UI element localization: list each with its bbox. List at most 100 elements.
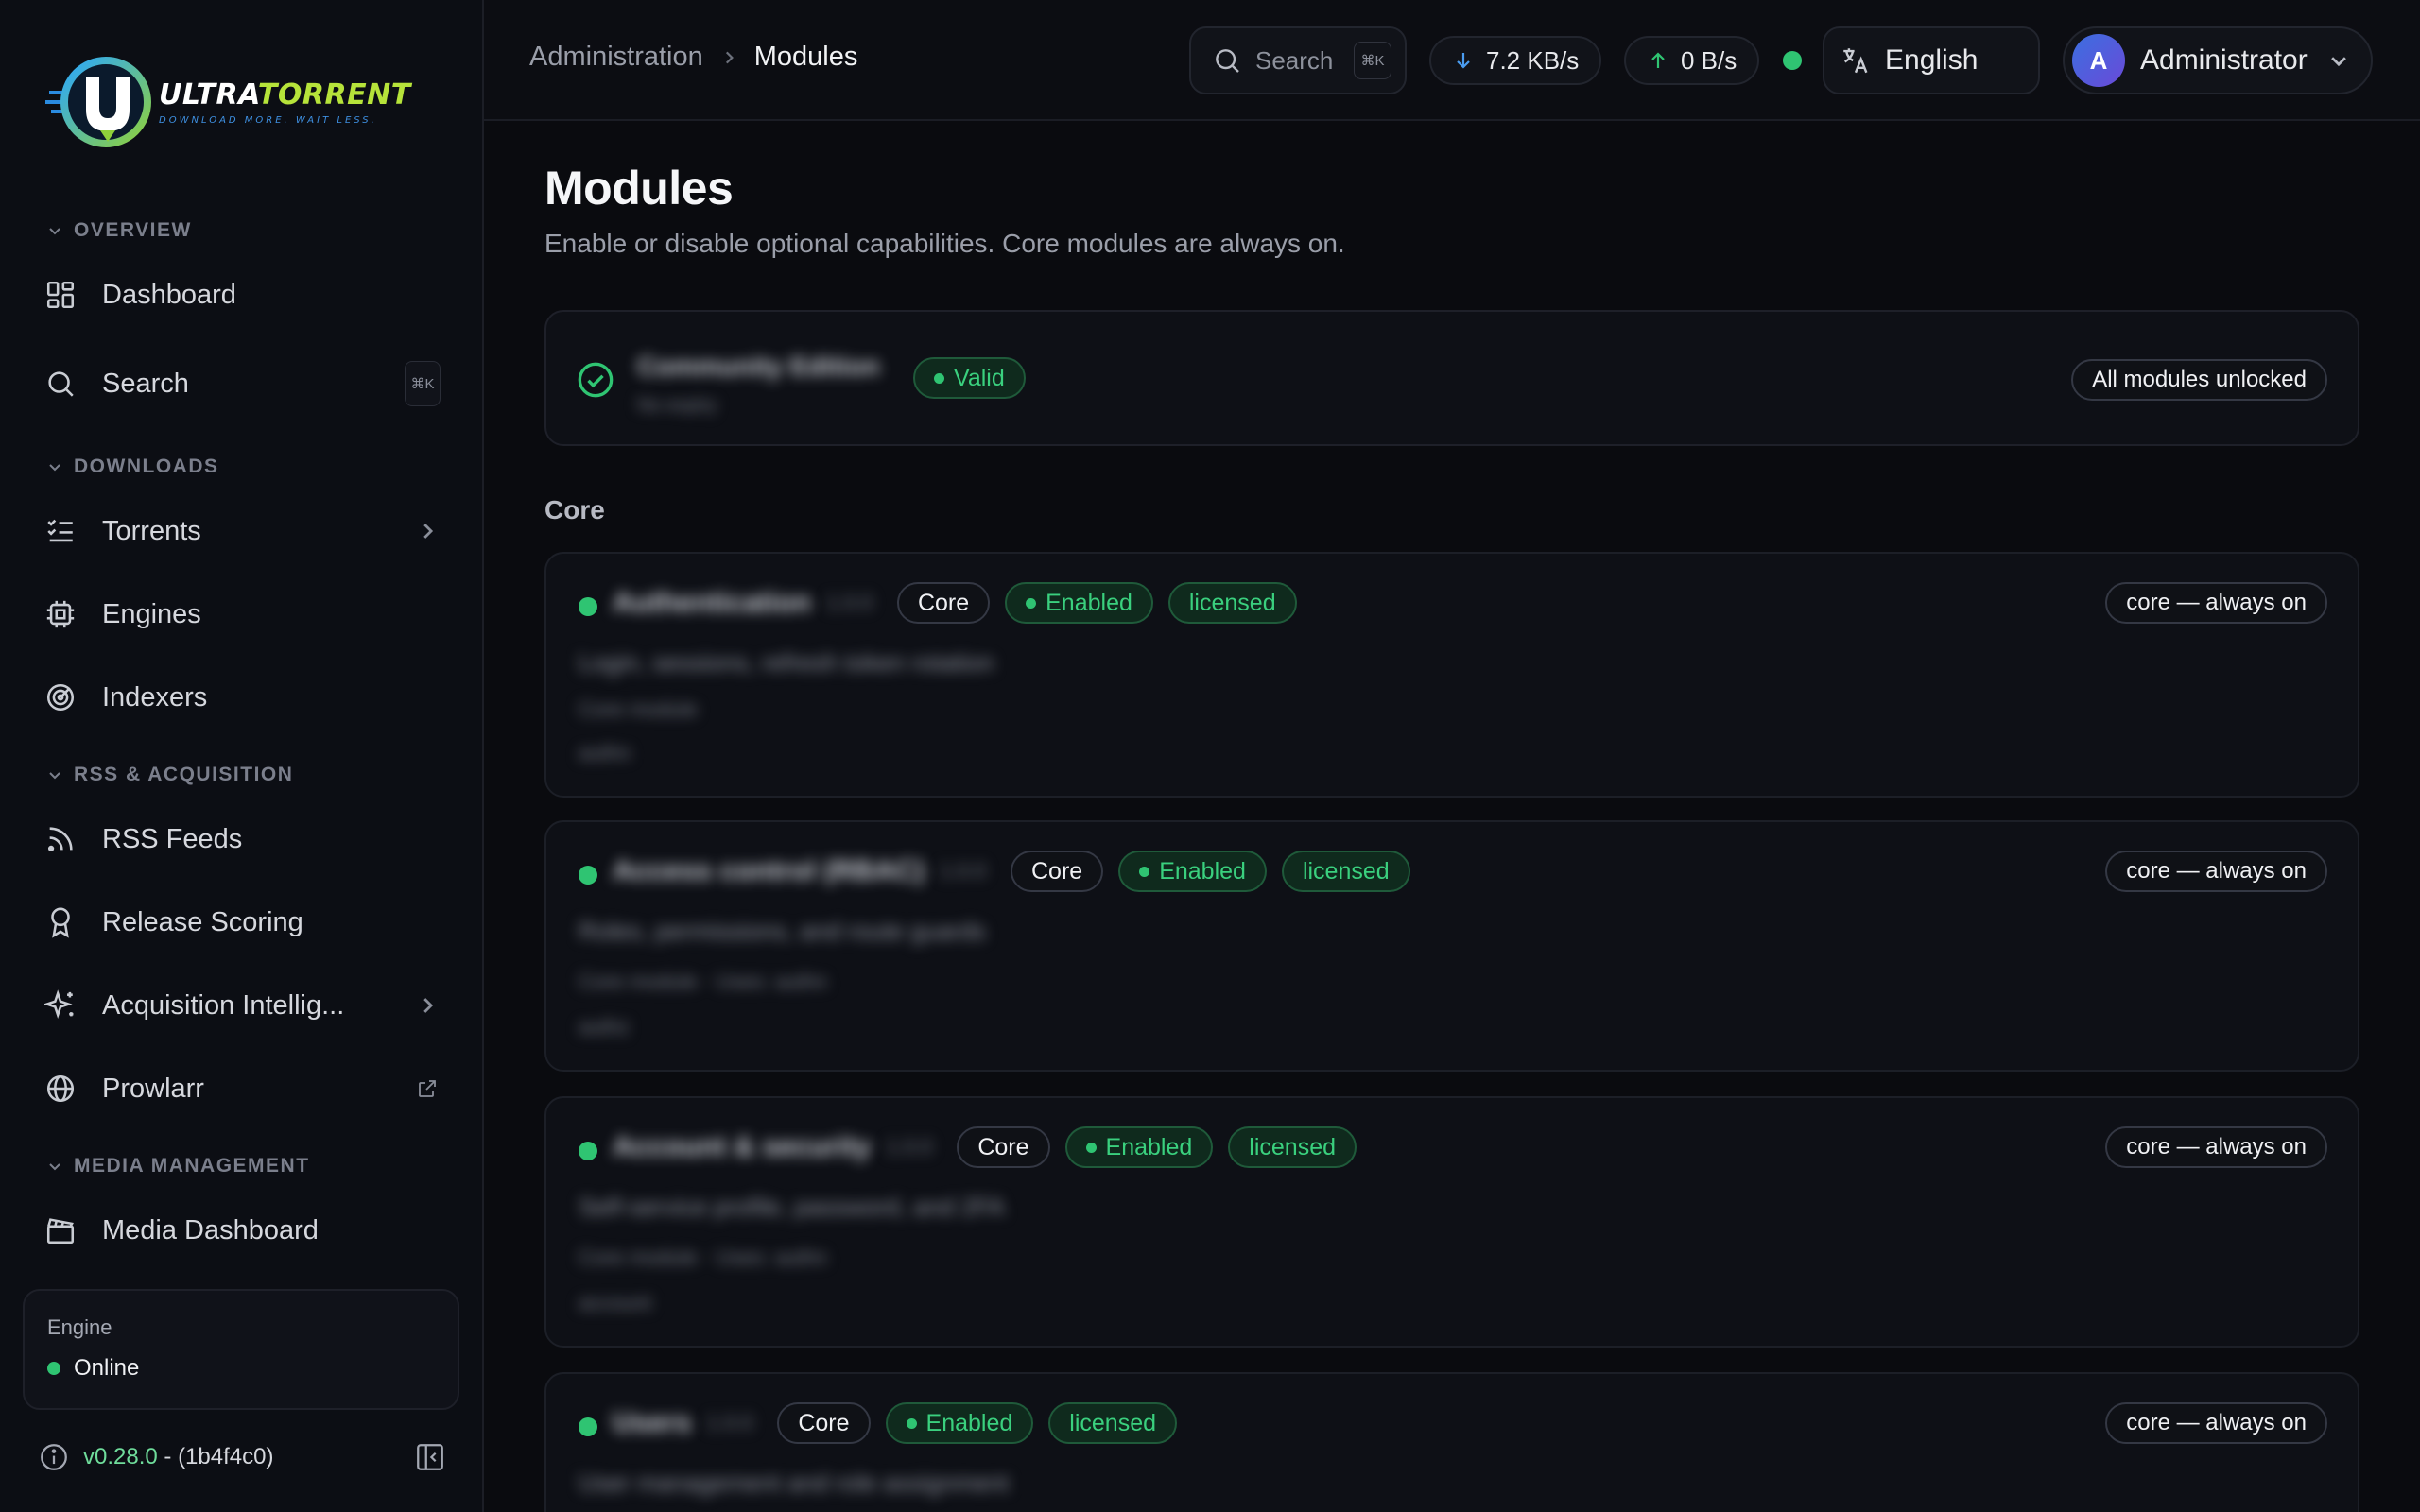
rss-icon <box>43 822 78 856</box>
license-status-badge: Valid <box>913 357 1026 399</box>
section-downloads[interactable]: DOWNLOADS <box>47 455 219 478</box>
module-type-badge: Core <box>896 582 991 624</box>
top-bar: Administration Modules Search ⌘K 7.2 KB/… <box>484 0 2420 121</box>
sidebar-item-acquisition-intelligence[interactable]: Acquisition Intellig... <box>43 975 441 1036</box>
shortcut-hint: ⌘K <box>405 361 441 406</box>
page-subtitle: Enable or disable optional capabilities.… <box>544 229 1345 258</box>
module-name: Access control (RBAC) <box>613 855 925 886</box>
module-type-badge: Core <box>777 1402 871 1444</box>
module-description: Roles, permissions, and route guards <box>579 917 986 945</box>
section-rss-acquisition[interactable]: RSS & ACQUISITION <box>47 764 293 786</box>
chevron-down-icon <box>2330 57 2346 67</box>
app-logo[interactable]: ULTRATORRENT DOWNLOAD MORE. WAIT LESS. <box>43 47 441 159</box>
sidebar-item-indexers[interactable]: Indexers <box>43 667 441 728</box>
sidebar-item-release-scoring[interactable]: Release Scoring <box>43 892 441 953</box>
module-description: Login, sessions, refresh token rotation <box>579 648 994 677</box>
module-state-badge: Enabled <box>1118 850 1267 892</box>
module-id: authz <box>579 1015 630 1039</box>
sidebar-item-label: Prowlarr <box>102 1073 204 1104</box>
sidebar-item-search[interactable]: Search ⌘K <box>43 353 441 414</box>
status-dot <box>579 597 597 616</box>
section-overview[interactable]: OVERVIEW <box>47 219 192 242</box>
chevron-down-icon <box>49 1163 60 1171</box>
breadcrumb-parent[interactable]: Administration <box>529 42 703 73</box>
module-license-badge: licensed <box>1281 850 1410 892</box>
sidebar-item-torrents[interactable]: Torrents <box>43 501 441 561</box>
sparkles-icon <box>43 988 78 1022</box>
version-footer: v0.28.0 - (1b4f4c0) <box>38 1438 446 1476</box>
search-label: Search <box>1255 45 1334 75</box>
sidebar-item-label: Acquisition Intellig... <box>102 989 345 1021</box>
license-card: Community Edition No expiry Valid All mo… <box>544 310 2360 446</box>
chevron-right-icon[interactable] <box>414 992 441 1019</box>
search-icon <box>1216 49 1239 73</box>
module-lock-badge: core — always on <box>2105 1402 2327 1444</box>
download-rate-value: 7.2 KB/s <box>1486 45 1580 75</box>
globe-icon <box>43 1072 78 1106</box>
shortcut-hint: ⌘K <box>1354 42 1392 79</box>
page-title: Modules <box>544 162 734 215</box>
module-lock-badge: core — always on <box>2105 582 2327 624</box>
module-card: Access control (RBAC) 1.0.0 Core Enabled… <box>544 820 2360 1072</box>
version-number: v0.28.0 <box>83 1444 158 1469</box>
language-selector[interactable]: English <box>1823 26 2040 94</box>
external-link-icon[interactable] <box>414 1075 441 1102</box>
module-name: Users <box>613 1407 692 1438</box>
module-version: 1.0.0 <box>706 1411 753 1435</box>
status-dot <box>47 1362 60 1375</box>
collapse-sidebar-icon[interactable] <box>414 1441 446 1473</box>
module-card: Authentication 1.0.0 Core Enabled licens… <box>544 552 2360 798</box>
engine-status-value: Online <box>74 1355 140 1381</box>
chevron-right-icon <box>725 51 734 63</box>
user-name: Administrator <box>2140 44 2308 76</box>
sidebar-item-label: Engines <box>102 598 201 629</box>
module-version: 1.0.0 <box>940 859 986 883</box>
upload-rate-value: 0 B/s <box>1681 45 1737 75</box>
engine-status-title: Engine <box>47 1315 112 1339</box>
modules-page: Modules Enable or disable optional capab… <box>544 161 2360 1512</box>
download-rate-badge[interactable]: 7.2 KB/s <box>1429 36 1602 85</box>
license-detail: No expiry <box>637 395 717 416</box>
status-dot <box>579 1418 597 1436</box>
module-state-badge: Enabled <box>1005 582 1153 624</box>
status-dot <box>579 866 597 885</box>
brand-tagline: DOWNLOAD MORE. WAIT LESS. <box>159 114 377 126</box>
sidebar-item-media-dashboard[interactable]: Media Dashboard <box>43 1200 441 1261</box>
chevron-right-icon[interactable] <box>414 518 441 544</box>
logo-u-icon <box>43 47 155 159</box>
chevron-down-icon <box>49 228 60 235</box>
info-icon[interactable] <box>38 1441 70 1473</box>
sidebar-item-label: Media Dashboard <box>102 1214 319 1246</box>
version-build: (1b4f4c0) <box>178 1444 274 1469</box>
radar-icon <box>43 680 78 714</box>
sidebar-item-prowlarr[interactable]: Prowlarr <box>43 1058 441 1119</box>
version-separator: - <box>157 1444 179 1469</box>
global-search-button[interactable]: Search ⌘K <box>1189 26 1407 94</box>
module-license-badge: licensed <box>1167 582 1297 624</box>
sidebar-item-rss-feeds[interactable]: RSS Feeds <box>43 809 441 869</box>
module-description: User management and role assignment <box>579 1469 1010 1497</box>
upload-rate-badge[interactable]: 0 B/s <box>1624 36 1760 85</box>
search-icon <box>43 367 78 401</box>
section-media-management[interactable]: MEDIA MANAGEMENT <box>47 1155 310 1177</box>
main-area: Administration Modules Search ⌘K 7.2 KB/… <box>484 0 2420 1512</box>
brand-name: ULTRATORRENT <box>159 77 411 112</box>
sidebar-item-label: Torrents <box>102 515 201 546</box>
sidebar-item-label: Release Scoring <box>102 906 303 937</box>
sidebar-item-engines[interactable]: Engines <box>43 584 441 644</box>
module-version: 1.0.0 <box>886 1135 933 1159</box>
sidebar-item-dashboard[interactable]: Dashboard <box>43 265 441 325</box>
breadcrumb: Administration Modules <box>529 42 857 73</box>
module-type-badge: Core <box>957 1126 1050 1168</box>
module-license-badge: licensed <box>1228 1126 1357 1168</box>
language-value: English <box>1885 44 1979 76</box>
user-menu[interactable]: A Administrator <box>2063 26 2373 94</box>
avatar: A <box>2072 34 2125 87</box>
module-name: Authentication <box>613 587 811 618</box>
license-summary-badge: All modules unlocked <box>2071 359 2327 401</box>
module-card: Users 1.0.0 Core Enabled licensed core —… <box>544 1372 2360 1512</box>
sidebar-item-label: Indexers <box>102 681 208 713</box>
sidebar: ULTRATORRENT DOWNLOAD MORE. WAIT LESS. O… <box>0 0 484 1512</box>
module-card: Account & security 1.0.0 Core Enabled li… <box>544 1096 2360 1348</box>
award-ribbon-icon <box>43 905 78 939</box>
